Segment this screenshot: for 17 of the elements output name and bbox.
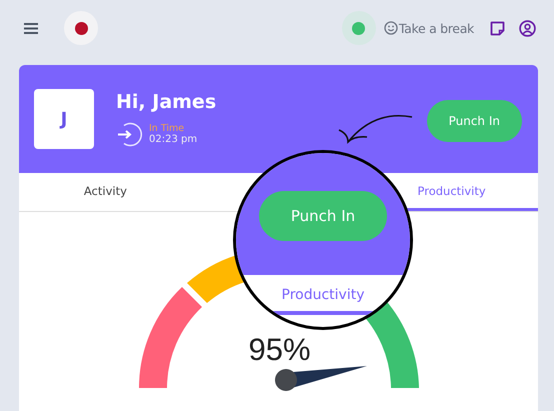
smiley-icon[interactable] [384, 21, 398, 35]
punch-time: 02:23 pm [149, 134, 198, 145]
greeting: Hi, James [116, 90, 218, 112]
punch-in-button[interactable]: Punch In [259, 191, 387, 241]
avatar: J [34, 89, 94, 149]
tab[interactable]: Activity [84, 182, 127, 200]
break-link[interactable]: Take a break [398, 20, 474, 36]
gauge-reading: 95% [248, 332, 311, 368]
user-icon[interactable] [519, 20, 536, 36]
tab[interactable]: Productivity [418, 182, 486, 200]
online-dot [342, 11, 376, 45]
punch-in-button[interactable]: Punch In [426, 100, 522, 142]
clock-in-icon [116, 120, 143, 148]
note-icon[interactable] [490, 20, 505, 36]
menu-icon[interactable] [24, 22, 38, 34]
status-dot [64, 11, 98, 45]
punch-status: In Time [149, 123, 186, 134]
